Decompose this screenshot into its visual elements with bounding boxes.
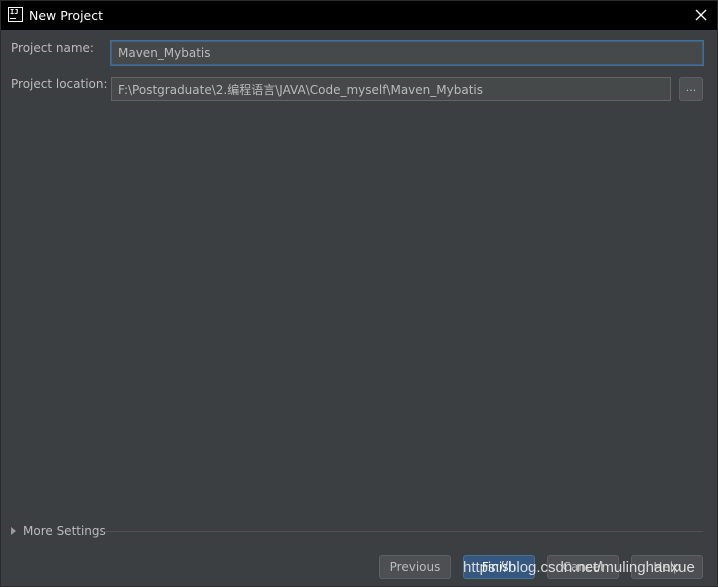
browse-button[interactable]: ... xyxy=(679,77,703,101)
new-project-dialog: IJ New Project Project name: Project loc… xyxy=(0,0,718,587)
previous-button[interactable]: Previous xyxy=(379,555,451,579)
project-name-row: Project name: xyxy=(11,41,111,55)
intellij-idea-icon: IJ xyxy=(8,7,23,22)
more-settings-label: More Settings xyxy=(23,524,106,538)
project-name-label: Project name: xyxy=(11,41,94,55)
more-settings-divider xyxy=(103,531,703,532)
expand-triangle-icon xyxy=(11,527,16,535)
help-button[interactable]: Help xyxy=(631,555,703,579)
more-settings-toggle[interactable]: More Settings xyxy=(11,524,106,538)
finish-button[interactable]: Finish xyxy=(463,555,535,579)
close-button[interactable] xyxy=(693,7,709,23)
project-location-input[interactable] xyxy=(111,77,671,101)
project-location-row: Project location: xyxy=(11,77,111,91)
project-name-input[interactable] xyxy=(111,41,703,65)
title-bar: IJ New Project xyxy=(1,1,717,30)
project-location-label: Project location: xyxy=(11,77,108,91)
cancel-button[interactable]: Cancel xyxy=(547,555,619,579)
app-icon-text: IJ xyxy=(9,8,22,21)
window-title: New Project xyxy=(29,8,104,23)
close-icon xyxy=(695,9,707,21)
